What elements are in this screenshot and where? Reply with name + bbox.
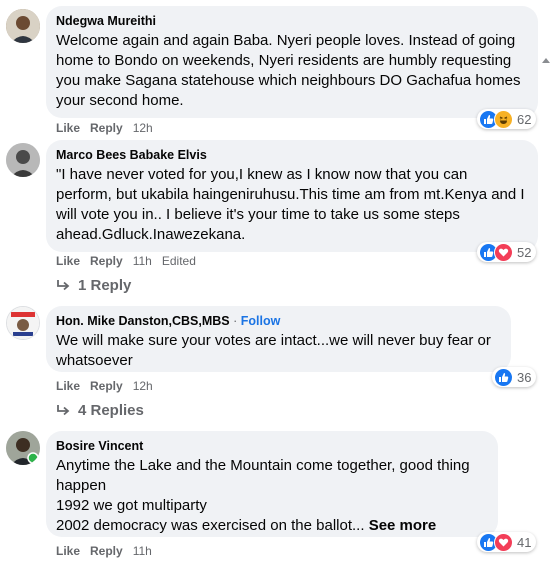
avatar[interactable]: [6, 306, 40, 340]
comment-author[interactable]: Marco Bees Babake Elvis: [56, 147, 526, 163]
reply-button[interactable]: Reply: [90, 378, 123, 394]
comment-bubble: Marco Bees Babake Elvis "I have never vo…: [46, 140, 538, 252]
replies-count-label: 1 Reply: [78, 277, 132, 294]
comment-actions: Like Reply 12h: [56, 120, 163, 136]
like-button[interactable]: Like: [56, 253, 80, 269]
reply-button[interactable]: Reply: [90, 253, 123, 269]
replies-count-label: 4 Replies: [78, 402, 144, 419]
separator-dot: ·: [233, 314, 238, 328]
edited-label[interactable]: Edited: [162, 253, 196, 269]
comment-text: "I have never voted for you,I knew as I …: [56, 166, 525, 243]
reaction-count: 36: [517, 369, 532, 385]
haha-icon: [494, 109, 513, 129]
comment-bubble: Hon. Mike Danston,CBS,MBS · Follow We wi…: [46, 306, 511, 372]
avatar[interactable]: [6, 9, 40, 43]
like-button[interactable]: Like: [56, 378, 80, 394]
comment-author-row: Hon. Mike Danston,CBS,MBS · Follow: [56, 313, 499, 329]
avatar[interactable]: [6, 431, 40, 465]
avatar[interactable]: [6, 143, 40, 177]
reaction-summary[interactable]: 62: [477, 109, 537, 129]
like-button[interactable]: Like: [56, 543, 80, 559]
view-replies-link[interactable]: 1 Reply: [56, 276, 131, 296]
reaction-summary[interactable]: 36: [492, 367, 537, 387]
reaction-summary[interactable]: 52: [477, 242, 537, 262]
reply-button[interactable]: Reply: [90, 120, 123, 136]
reply-arrow-icon: [57, 280, 70, 291]
comment-actions: Like Reply 12h: [56, 378, 163, 394]
comment-actions: Like Reply 11h Edited: [56, 253, 206, 269]
scrollbar-up-arrow[interactable]: [542, 58, 550, 63]
reaction-count: 62: [517, 111, 532, 127]
comment-text: We will make sure your votes are intact.…: [56, 332, 491, 369]
comment-timestamp[interactable]: 12h: [133, 378, 153, 394]
reaction-count: 52: [517, 244, 532, 260]
reaction-count: 41: [517, 534, 532, 550]
love-icon: [494, 532, 513, 552]
see-more-link[interactable]: See more: [369, 517, 437, 534]
reaction-summary[interactable]: 41: [477, 532, 537, 552]
love-icon: [494, 242, 513, 262]
comment-author[interactable]: Hon. Mike Danston,CBS,MBS: [56, 314, 230, 328]
reply-button[interactable]: Reply: [90, 543, 123, 559]
view-replies-link[interactable]: 4 Replies: [56, 401, 144, 421]
comment-bubble: Bosire Vincent Anytime the Lake and the …: [46, 431, 498, 537]
comment-author[interactable]: Bosire Vincent: [56, 438, 486, 454]
comment-text: Anytime the Lake and the Mountain come t…: [56, 456, 486, 536]
comment-text: Welcome again and again Baba. Nyeri peop…: [56, 32, 521, 109]
comment-bubble: Ndegwa Mureithi Welcome again and again …: [46, 6, 538, 118]
comment-actions: Like Reply 11h: [56, 543, 162, 559]
like-button[interactable]: Like: [56, 120, 80, 136]
like-icon: [494, 367, 513, 387]
reply-arrow-icon: [57, 405, 70, 416]
follow-button[interactable]: Follow: [241, 314, 281, 328]
comment-author[interactable]: Ndegwa Mureithi: [56, 13, 526, 29]
comment-timestamp[interactable]: 12h: [133, 120, 153, 136]
comment-timestamp[interactable]: 11h: [133, 253, 152, 269]
comment-timestamp[interactable]: 11h: [133, 543, 152, 559]
